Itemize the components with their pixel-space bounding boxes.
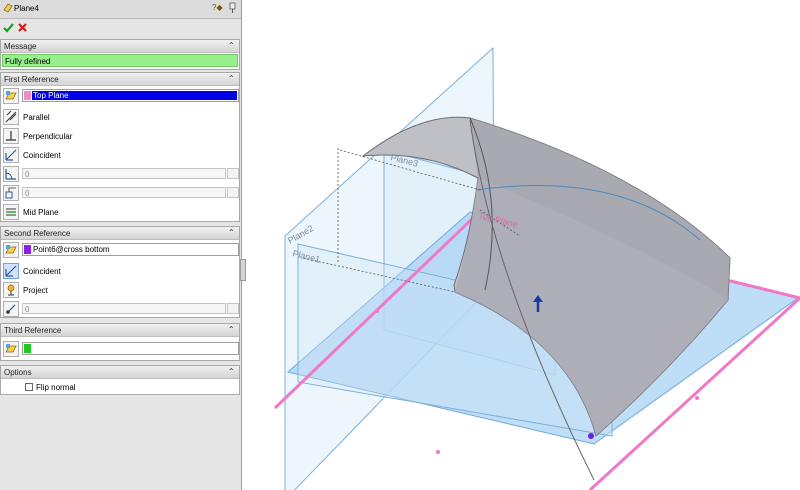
coincident-label: Coincident: [23, 267, 61, 276]
options-section: Options ⌃ Flip normal: [0, 365, 240, 395]
angle-value: 0: [25, 170, 30, 179]
first-reference-row: Top Plane: [3, 88, 239, 104]
ok-checkmark-icon[interactable]: [3, 22, 14, 33]
flip-normal-checkbox[interactable]: [25, 383, 33, 391]
parallel-label: Parallel: [23, 113, 50, 122]
project-option[interactable]: Project: [3, 282, 239, 298]
offset-input[interactable]: 0: [22, 187, 226, 198]
feature-title-bar: Plane4 ?◆: [0, 0, 241, 19]
first-reference-value: Top Plane: [33, 91, 69, 100]
offset-spinner[interactable]: [227, 187, 239, 198]
first-reference-section: First Reference ⌃ Top Plane Parallel Perp…: [0, 72, 240, 222]
third-reference-header[interactable]: Third Reference ⌃: [1, 324, 239, 337]
graphics-viewport[interactable]: Plane3 Plane2 Plane1 Top Plane: [242, 0, 800, 490]
second-value-input[interactable]: 0: [22, 303, 226, 314]
second-value: 0: [25, 305, 30, 314]
flip-normal-label: Flip normal: [36, 383, 76, 392]
confirm-row: [0, 19, 241, 37]
angle-input[interactable]: 0: [22, 168, 226, 179]
second-reference-section: Second Reference ⌃ Point6@cross bottom Co…: [0, 226, 240, 318]
reference-color-swatch: [24, 245, 31, 254]
first-reference-field[interactable]: Top Plane: [22, 89, 239, 102]
offset-row: 0: [3, 185, 239, 201]
sketch-point[interactable]: [375, 309, 379, 313]
second-reference-row: Point6@cross bottom: [3, 242, 239, 258]
second-value-row: 0: [3, 301, 239, 317]
project-icon[interactable]: [3, 282, 19, 298]
flip-normal-row: Flip normal: [3, 380, 239, 396]
coincident-option[interactable]: Coincident: [3, 147, 239, 163]
point6-marker[interactable]: [588, 433, 594, 439]
section-title: Options: [4, 368, 32, 377]
cancel-x-icon[interactable]: [17, 22, 28, 33]
third-reference-field[interactable]: [22, 342, 239, 355]
section-title: Second Reference: [4, 229, 71, 238]
angle-icon[interactable]: [3, 166, 19, 182]
angle-spinner[interactable]: [227, 168, 239, 179]
parallel-icon[interactable]: [3, 109, 19, 125]
first-reference-header[interactable]: First Reference ⌃: [1, 73, 239, 86]
collapse-chevron-icon[interactable]: ⌃: [228, 325, 235, 334]
section-title: Third Reference: [4, 326, 62, 335]
collapse-chevron-icon[interactable]: ⌃: [228, 228, 235, 237]
sketch-point[interactable]: [695, 396, 699, 400]
status-message-box: Fully defined: [2, 54, 238, 67]
section-title: Message: [4, 42, 37, 51]
collapse-chevron-icon[interactable]: ⌃: [228, 74, 235, 83]
collapse-chevron-icon[interactable]: ⌃: [228, 41, 235, 50]
section-title: First Reference: [4, 75, 59, 84]
mid-plane-icon[interactable]: [3, 204, 19, 220]
help-question-icon[interactable]: ?◆: [212, 3, 223, 12]
reference-selector-icon[interactable]: [3, 341, 19, 357]
feature-title: Plane4: [14, 4, 39, 13]
distance-icon[interactable]: [3, 301, 19, 317]
parallel-option[interactable]: Parallel: [3, 109, 239, 125]
property-manager-panel: Plane4 ?◆ Message ⌃ Fully defined First R…: [0, 0, 242, 490]
reference-selector-icon[interactable]: [3, 88, 19, 104]
pin-icon[interactable]: [228, 2, 237, 14]
status-message: Fully defined: [5, 57, 51, 66]
options-header[interactable]: Options ⌃: [1, 366, 239, 379]
message-header[interactable]: Message ⌃: [1, 40, 239, 53]
mid-plane-option[interactable]: Mid Plane: [3, 204, 239, 220]
sketch-point[interactable]: [436, 450, 440, 454]
second-value-spinner[interactable]: [227, 303, 239, 314]
offset-distance-icon[interactable]: [3, 185, 19, 201]
third-reference-row: [3, 341, 239, 357]
coincident-icon[interactable]: [3, 263, 19, 279]
coincident-option-2[interactable]: Coincident: [3, 263, 239, 279]
plane-feature-icon: [3, 3, 13, 13]
perpendicular-icon[interactable]: [3, 128, 19, 144]
reference-selector-icon[interactable]: [3, 242, 19, 258]
perpendicular-option[interactable]: Perpendicular: [3, 128, 239, 144]
reference-color-swatch: [24, 344, 31, 353]
angle-row: 0: [3, 166, 239, 182]
coincident-label: Coincident: [23, 151, 61, 160]
collapse-chevron-icon[interactable]: ⌃: [228, 367, 235, 376]
mid-plane-label: Mid Plane: [23, 208, 59, 217]
project-label: Project: [23, 286, 48, 295]
perpendicular-label: Perpendicular: [23, 132, 73, 141]
message-section: Message ⌃ Fully defined: [0, 39, 240, 70]
second-reference-value: Point6@cross bottom: [33, 245, 110, 254]
reference-color-swatch: [24, 91, 31, 100]
third-reference-section: Third Reference ⌃: [0, 323, 240, 361]
second-reference-header[interactable]: Second Reference ⌃: [1, 227, 239, 240]
coincident-icon[interactable]: [3, 147, 19, 163]
second-reference-field[interactable]: Point6@cross bottom: [22, 243, 239, 256]
offset-value: 0: [25, 189, 30, 198]
